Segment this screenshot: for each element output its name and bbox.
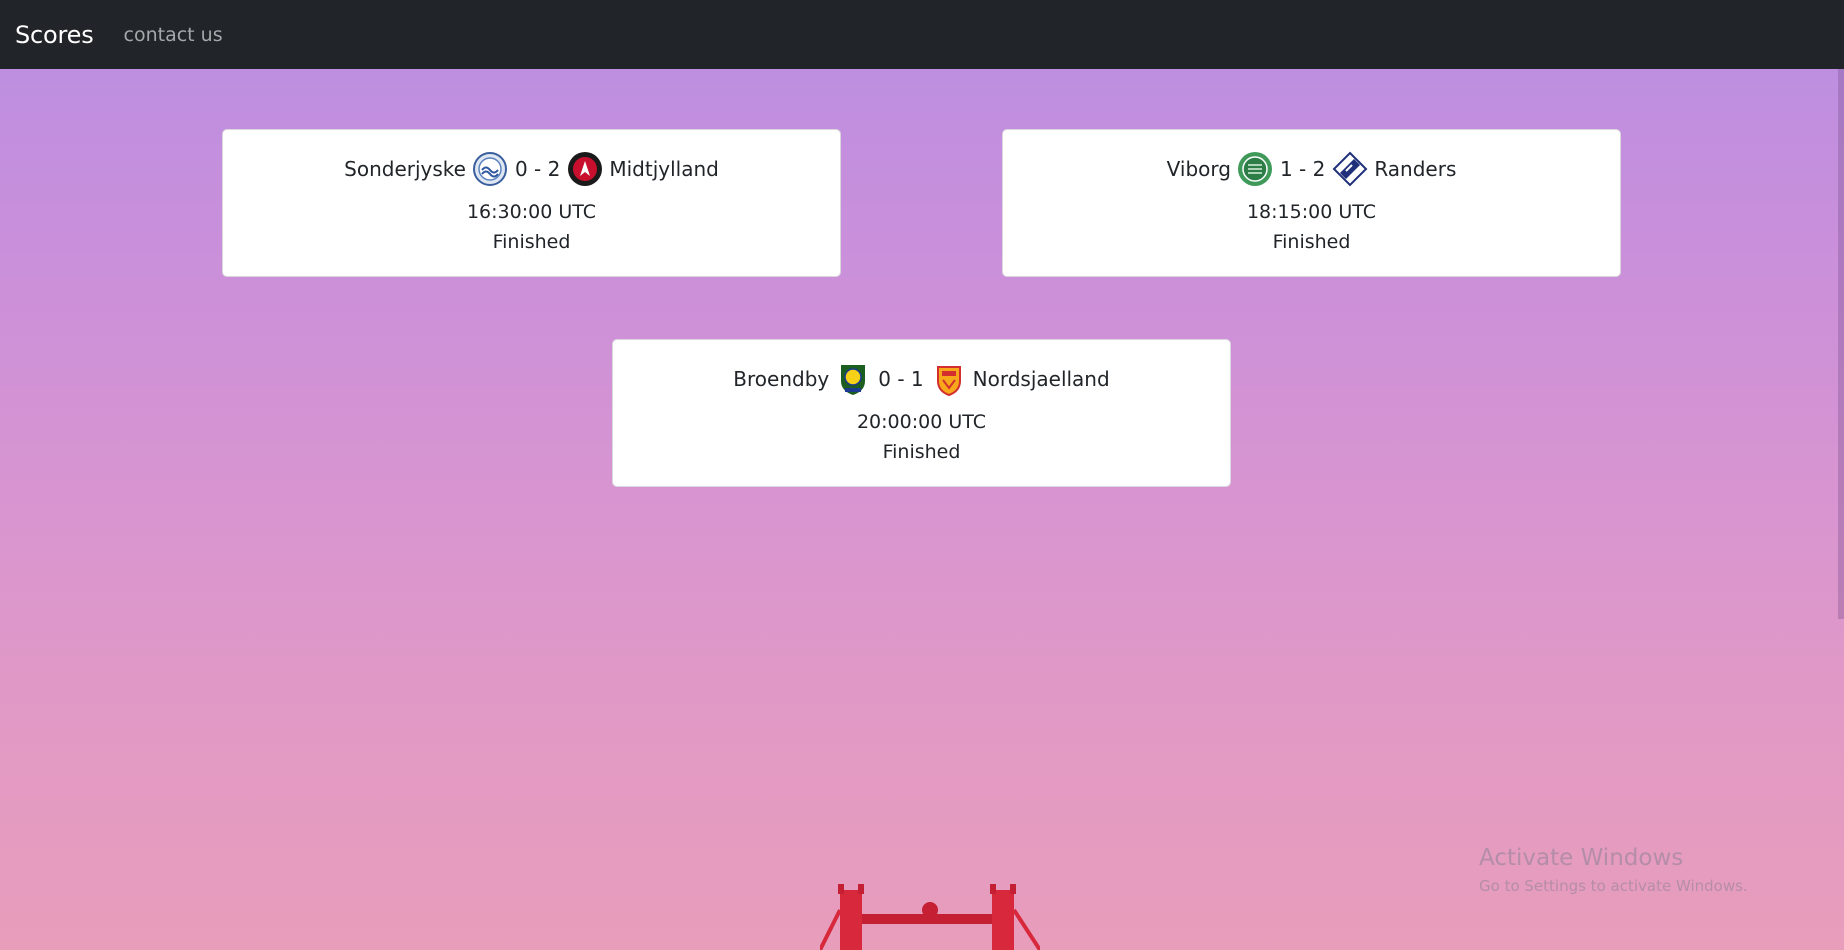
home-team-name: Sonderjyske [344,157,466,181]
away-team-name: Midtjylland [609,157,719,181]
away-team-name: Nordsjaelland [972,367,1110,391]
top-navbar: Scores contact us [0,0,1844,69]
match-status: Finished [492,231,571,253]
broendby-crest-icon [835,361,871,397]
match-card: Viborg 1 - 2 Randers 18:15:00 UTC Finish… [1002,129,1621,277]
scrollbar[interactable] [1838,69,1844,619]
match-status: Finished [882,441,961,463]
match-time: 18:15:00 UTC [1246,201,1377,223]
nordsjaelland-crest-icon [931,361,967,397]
match-time: 16:30:00 UTC [466,201,597,223]
away-team-name: Randers [1374,157,1457,181]
bridge-background-image [820,884,1040,950]
match-status: Finished [1272,231,1351,253]
match-card: Sonderjyske 0 - 2 Midtjylland 16:30:00 U… [222,129,841,277]
watermark-title: Activate Windows [1479,845,1684,871]
midtjylland-crest-icon [567,151,603,187]
home-team-name: Broendby [733,367,830,391]
brand-link[interactable]: Scores [15,21,94,49]
contact-us-link[interactable]: contact us [124,24,223,46]
match-score: 1 - 2 [1279,157,1326,181]
match-score: 0 - 1 [878,367,924,391]
home-team-name: Viborg [1166,157,1231,181]
match-line: Sonderjyske 0 - 2 Midtjylland [223,150,840,188]
activate-windows-watermark: Activate Windows Go to Settings to activ… [1479,845,1748,895]
match-line: Broendby 0 - 1 Nordsjaelland [613,360,1230,398]
match-line: Viborg 1 - 2 Randers [1003,150,1620,188]
match-score: 0 - 2 [514,157,561,181]
viborg-crest-icon [1237,151,1273,187]
sonderjyske-crest-icon [472,151,508,187]
match-time: 20:00:00 UTC [856,411,987,433]
randers-crest-icon [1332,151,1368,187]
watermark-subtitle: Go to Settings to activate Windows. [1479,877,1748,895]
match-card: Broendby 0 - 1 Nordsjaelland 20:00:00 UT… [612,339,1231,487]
